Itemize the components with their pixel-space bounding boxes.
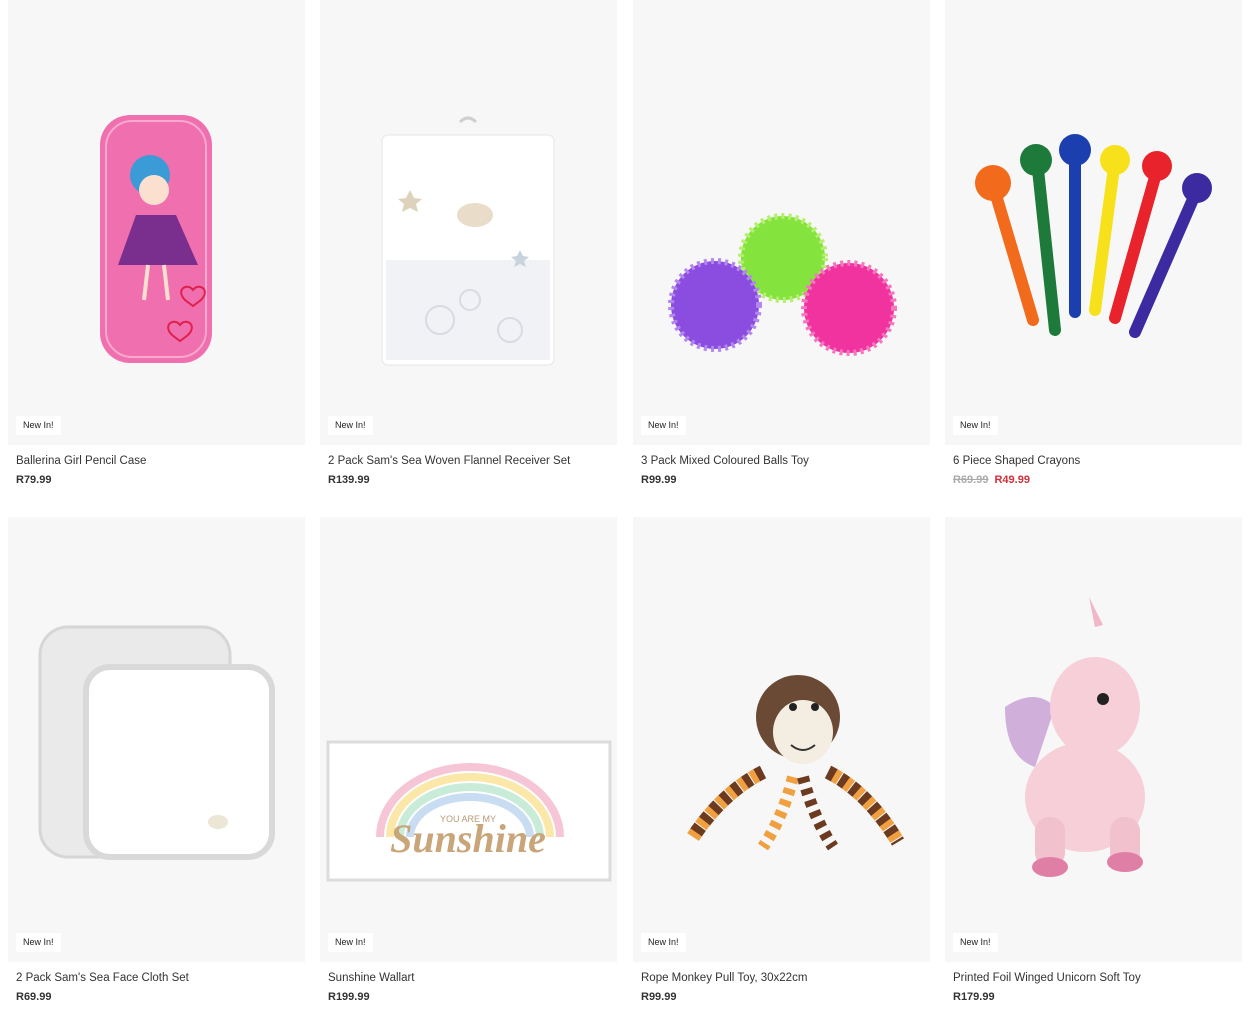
product-title[interactable]: 3 Pack Mixed Coloured Balls Toy — [641, 455, 930, 467]
product-price: R99.99 — [641, 474, 677, 486]
product-image[interactable]: New In! — [945, 0, 1242, 445]
product-price-row: R69.99 R49.99 — [953, 474, 1242, 486]
product-price-row: R139.99 — [328, 474, 617, 486]
product-title[interactable]: 2 Pack Sam's Sea Face Cloth Set — [16, 972, 305, 984]
face-cloth-image — [38, 625, 275, 860]
product-price-row: R69.99 — [16, 991, 305, 1003]
product-title[interactable]: Sunshine Wallart — [328, 972, 617, 984]
product-title[interactable]: Printed Foil Winged Unicorn Soft Toy — [953, 972, 1242, 984]
product-card[interactable]: New In! 2 Pack Sam's Sea Woven Flannel R… — [320, 0, 617, 486]
product-sale-price: R49.99 — [994, 474, 1030, 486]
new-in-badge: New In! — [16, 933, 61, 952]
pencil-case-image — [100, 115, 212, 363]
new-in-badge: New In! — [641, 416, 686, 435]
product-image[interactable]: New In! — [633, 517, 930, 962]
unicorn-toy-image — [1005, 597, 1145, 877]
new-in-badge: New In! — [953, 416, 998, 435]
crayons-image — [975, 134, 1212, 338]
product-image[interactable]: New In! — [633, 0, 930, 445]
sunshine-wallart-image: YOU ARE MY Sunshine — [326, 740, 612, 882]
product-image[interactable]: New In! — [8, 517, 305, 962]
product-price-row: R99.99 — [641, 991, 930, 1003]
product-image[interactable]: New In! — [320, 0, 617, 445]
new-in-badge: New In! — [328, 416, 373, 435]
product-title[interactable]: 2 Pack Sam's Sea Woven Flannel Receiver … — [328, 455, 617, 467]
product-card[interactable]: New In! 6 Piece Shaped Crayons R69.99 R49… — [945, 0, 1242, 486]
product-card[interactable]: New In! Ballerina Girl Pencil Case R79.9… — [8, 0, 305, 486]
new-in-badge: New In! — [953, 933, 998, 952]
product-card[interactable]: New In! Rope Monkey Pull Toy, 30x22cm R9… — [633, 517, 930, 1003]
receiver-set-image — [381, 116, 555, 366]
product-price-row: R179.99 — [953, 991, 1242, 1003]
product-price: R199.99 — [328, 991, 370, 1003]
product-price: R79.99 — [16, 474, 52, 486]
product-price-row: R79.99 — [16, 474, 305, 486]
product-price-row: R199.99 — [328, 991, 617, 1003]
product-title[interactable]: Rope Monkey Pull Toy, 30x22cm — [641, 972, 930, 984]
product-image[interactable]: YOU ARE MY Sunshine New In! — [320, 517, 617, 962]
rope-monkey-image — [687, 675, 905, 851]
product-title[interactable]: 6 Piece Shaped Crayons — [953, 455, 1242, 467]
product-grid: New In! Ballerina Girl Pencil Case R79.9… — [0, 0, 1250, 1034]
wallart-text: Sunshine — [390, 816, 546, 861]
product-card[interactable]: New In! 3 Pack Mixed Coloured Balls Toy … — [633, 0, 930, 486]
new-in-badge: New In! — [641, 933, 686, 952]
product-price: R69.99 — [16, 991, 52, 1003]
product-image[interactable]: New In! — [8, 0, 305, 445]
spiky-balls-image — [668, 213, 897, 356]
new-in-badge: New In! — [16, 416, 61, 435]
product-price: R179.99 — [953, 991, 995, 1003]
new-in-badge: New In! — [328, 933, 373, 952]
product-image[interactable]: New In! — [945, 517, 1242, 962]
product-card[interactable]: New In! Printed Foil Winged Unicorn Soft… — [945, 517, 1242, 1003]
product-title[interactable]: Ballerina Girl Pencil Case — [16, 455, 305, 467]
product-price-row: R99.99 — [641, 474, 930, 486]
product-card[interactable]: New In! 2 Pack Sam's Sea Face Cloth Set … — [8, 517, 305, 1003]
product-price: R139.99 — [328, 474, 370, 486]
product-price: R99.99 — [641, 991, 677, 1003]
product-card[interactable]: YOU ARE MY Sunshine New In! Sunshine Wal… — [320, 517, 617, 1003]
product-original-price: R69.99 — [953, 474, 989, 486]
